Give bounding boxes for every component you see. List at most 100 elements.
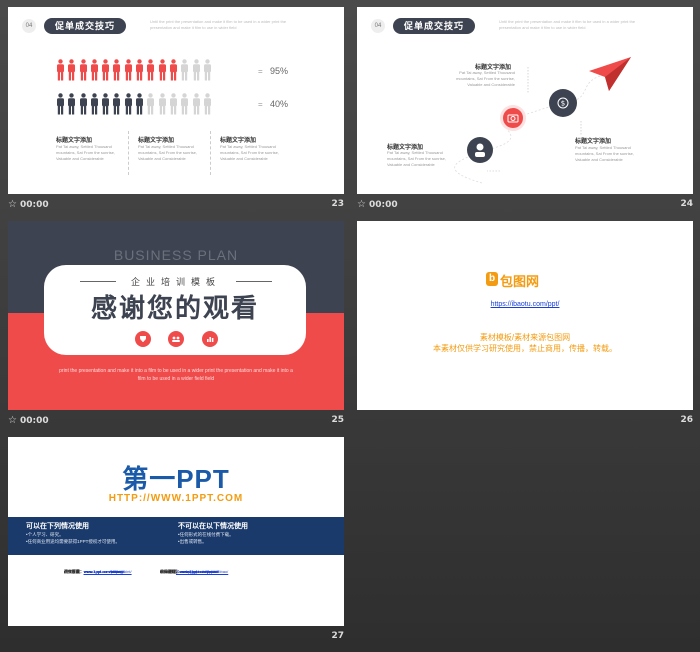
slide-thumbnail-23[interactable]: 04 促单成交技巧 Until the print the presentati… [8,7,344,194]
user-icon-circle [467,137,493,163]
resource-link-label: 教案下载： [160,569,180,574]
person-icon [90,59,98,81]
column-text-2: Pat Tai away, Settled Thousand mountains… [138,144,197,161]
user-icon [475,143,485,157]
person-icon [147,59,155,81]
person-icon [124,59,132,81]
dollar-icon: $ [557,97,569,109]
person-icon [203,59,211,81]
person-icon [57,93,64,115]
person-icon [90,93,98,115]
baotu-logo-icon: b [486,272,498,286]
trophy-icon [135,331,151,347]
resource-link-label: 试卷下载： [64,569,84,574]
notice-line-1: 素材模板/素材来源包图网 [479,333,571,342]
person-icon [136,59,144,81]
main-title: 感谢您的观看 [90,293,259,323]
slide-thumbnail-25[interactable]: BUSINESS PLAN 企业培训模板 感谢您的观看 print the pr… [8,221,344,410]
percent-label-red: 95% [270,66,289,76]
person-icon [181,59,189,81]
can-use-1: •个人学习、研究。 [26,532,64,537]
can-use-title: 可以在下列情况使用 [26,523,89,530]
brand-url: HTTP://WWW.1PPT.COM [108,493,244,504]
person-icon [79,93,87,115]
slide-number: 24 [680,199,693,209]
divider [210,131,211,175]
slide-timing: 00:00 [19,200,49,210]
person-icon [158,59,166,81]
header-number: 04 [22,19,36,33]
footer-text: print the presentation and make it into … [59,368,293,382]
slide-meta-25: ☆ 00:00 25 [8,415,344,429]
column-title-3: 标题文字添加 [220,138,257,144]
person-icon [203,93,211,115]
person-icon [68,93,76,115]
cannot-use-1: •任何形式的在线付费下载。 [178,532,234,537]
resource-link-url[interactable]: www.1ppt.com/shiti/ [84,569,119,574]
header-subtitle: Until the print the presentation and mak… [150,19,287,30]
person-icon [136,93,144,115]
slide-thumbnail-24[interactable]: 04 促单成交技巧 Until the print the presentati… [357,7,693,194]
percent-label-dark: 40% [270,99,289,109]
person-icon [158,93,166,115]
cannot-use-title: 不可以在以下情况使用 [178,523,248,530]
slide-meta-27: 27 [8,631,344,645]
slide-number: 23 [331,199,344,209]
brand-logo: 第一PPT [122,464,230,494]
slide-number: 27 [331,631,344,641]
column-text-1: Pat Tai away, Settled Thousand mountains… [56,144,115,161]
subtitle: 企业培训模板 [130,277,221,287]
person-icon [113,93,121,115]
equals-sign: = [258,100,263,109]
person-icon [147,93,155,115]
slide-meta-26: 26 [357,415,693,429]
person-icon [102,93,110,115]
camera-icon [507,114,519,123]
person-icon [181,93,189,115]
resource-link-row[interactable]: 试卷下载：www.1ppt.com/shiti/ [64,569,119,574]
star-icon: ☆ [357,199,366,210]
slide-meta-24: ☆ 00:00 24 [357,199,693,213]
slide-number: 26 [680,415,693,425]
chart-icon [202,331,218,347]
item-text-2: Pat Tai away, Settled Thousand mountains… [387,150,446,167]
equals-sign: = [258,67,263,76]
bg-title: BUSINESS PLAN [113,247,239,263]
person-icon [57,59,64,81]
star-icon: ☆ [8,415,17,426]
person-row-dark [56,93,256,115]
slide-timing: 00:00 [19,416,49,426]
slide-thumbnail-27[interactable]: 第一PPT HTTP://WWW.1PPT.COM 可以在下列情况使用 •个人学… [8,437,344,626]
slide-timing: 00:00 [368,200,398,210]
resource-link-row[interactable]: 教案下载：www.1ppt.com/jiaoan/ [160,569,219,574]
person-icon [68,59,76,81]
column-text-3: Pat Tai away, Settled Thousand mountains… [220,144,279,161]
item-title-3: 标题文字添加 [575,139,612,145]
person-icon [169,93,177,115]
notice-line-2: 本素材仅供学习研究使用，禁止商用，传播，转载。 [433,344,617,353]
can-use-2: •任何商业用途均需要获得1PPT授权才可使用。 [26,539,120,544]
item-text-1: Pat Tai away, Settled Thousand mountains… [456,70,515,87]
person-icon [192,93,200,115]
divider [128,131,129,175]
header-title: 促单成交技巧 [44,18,126,34]
slide-thumbnail-26[interactable]: b 包图网 https://ibaotu.com/ppt/ 素材模板/素材来源包… [357,221,693,410]
person-icon [113,59,121,81]
svg-text:$: $ [561,100,565,108]
camera-icon-circle [500,105,526,131]
slide-meta-23: ☆ 00:00 23 [8,199,344,213]
person-icon [79,59,87,81]
team-icon [168,331,184,347]
person-icon [124,93,132,115]
cannot-use-2: •出售或转售。 [178,539,207,544]
dollar-icon-circle: $ [549,89,577,117]
slide-number: 25 [331,415,344,425]
column-title-2: 标题文字添加 [138,138,175,144]
resource-link-url[interactable]: www.1ppt.com/jiaoan/ [180,569,219,574]
person-icon [192,59,200,81]
column-title-1: 标题文字添加 [56,138,93,144]
item-text-3: Pat Tai away, Settled Thousand mountains… [575,145,634,162]
source-url[interactable]: https://ibaotu.com/ppt/ [357,301,693,308]
person-row-red [56,59,256,81]
person-icon [102,59,110,81]
